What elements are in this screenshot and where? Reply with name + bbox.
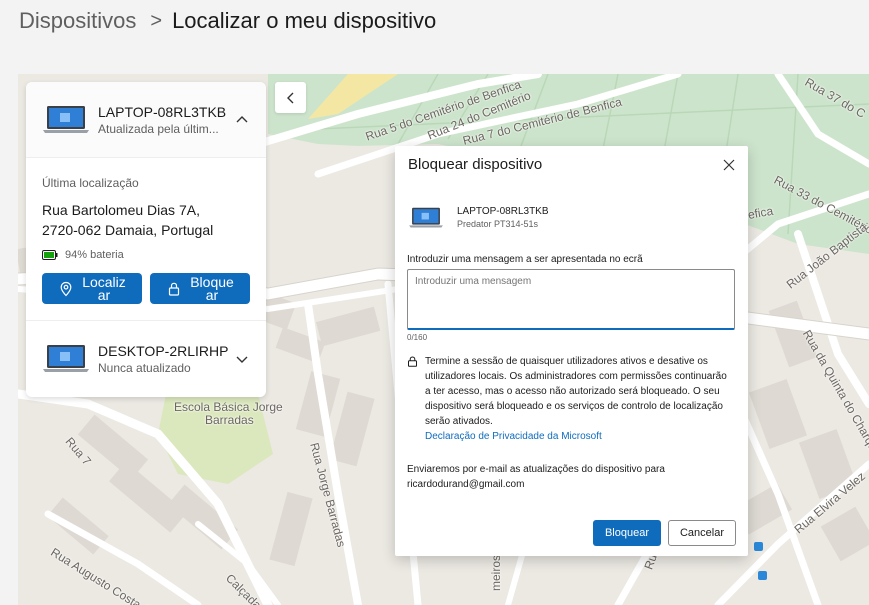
cancel-button[interactable]: Cancelar <box>668 520 736 546</box>
device-item-desktop[interactable]: DESKTOP-2RLIRHP Nunca atualizado <box>26 321 266 397</box>
device-name: LAPTOP-08RL3TKB <box>98 103 227 120</box>
lock-description: Termine a sessão de quaisquer utilizador… <box>425 356 727 427</box>
laptop-icon <box>409 207 443 228</box>
locate-label: Localizar <box>82 273 126 303</box>
email-note: Enviaremos por e-mail as atualizações do… <box>407 464 665 490</box>
breadcrumb-devices-link[interactable]: Dispositivos <box>19 8 136 34</box>
device-address: Rua Bartolomeu Dias 7A, 2720-062 Damaia,… <box>42 200 250 240</box>
device-status: Nunca atualizado <box>98 361 191 375</box>
close-icon[interactable] <box>722 158 736 172</box>
breadcrumb: Dispositivos > Localizar o meu dispositi… <box>19 6 436 36</box>
lock-button[interactable]: Bloquear <box>150 273 250 304</box>
device-details: Última localização Rua Bartolomeu Dias 7… <box>26 158 266 321</box>
collapse-panel-button[interactable] <box>275 82 306 113</box>
lock-icon <box>168 282 180 296</box>
battery-icon <box>42 250 58 260</box>
dialog-device-name: LAPTOP-08RL3TKB <box>457 206 549 217</box>
lock-device-dialog: Bloquear dispositivo LAPTOP-08RL3TKB Pre… <box>395 146 748 556</box>
location-pin-icon <box>60 281 72 296</box>
chevron-down-icon[interactable] <box>234 351 250 367</box>
address-line-1: Rua Bartolomeu Dias 7A, <box>42 202 200 218</box>
last-location-label: Última localização <box>42 176 139 190</box>
map-school-label: Barradas <box>205 413 254 427</box>
lock-label: Bloquear <box>190 273 234 303</box>
dialog-device-info: LAPTOP-08RL3TKB Predator PT314-51s <box>408 206 549 229</box>
locate-button[interactable]: Localizar <box>42 273 142 304</box>
dialog-title: Bloquear dispositivo <box>408 156 543 173</box>
map-street-label: meiros <box>489 554 503 591</box>
map-school-label: Escola Básica Jorge <box>174 400 283 414</box>
breadcrumb-separator: > <box>150 9 163 32</box>
message-label: Introduzir uma mensagem a ser apresentad… <box>407 254 643 265</box>
lock-icon <box>408 356 417 367</box>
lock-info: Termine a sessão de quaisquer utilizador… <box>407 354 729 445</box>
device-panel: LAPTOP-08RL3TKB Atualizada pela últim...… <box>26 82 266 397</box>
dialog-device-model: Predator PT314-51s <box>457 219 539 229</box>
laptop-icon <box>43 345 89 372</box>
laptop-icon <box>43 105 89 133</box>
battery-level: 94% bateria <box>65 249 124 261</box>
chevron-up-icon[interactable] <box>234 112 250 128</box>
battery-status: 94% bateria <box>42 249 250 261</box>
message-input[interactable] <box>407 269 735 330</box>
device-item-laptop[interactable]: LAPTOP-08RL3TKB Atualizada pela últim... <box>26 82 266 158</box>
device-status: Atualizada pela últim... <box>98 121 219 136</box>
confirm-lock-button[interactable]: Bloquear <box>593 520 661 546</box>
privacy-statement-link[interactable]: Declaração de Privacidade da Microsoft <box>425 429 729 445</box>
character-counter: 0/160 <box>407 333 428 342</box>
address-line-2: 2720-062 Damaia, Portugal <box>42 222 214 238</box>
chevron-left-icon <box>286 92 293 103</box>
device-name: DESKTOP-2RLIRHP <box>98 343 229 359</box>
page-title: Localizar o meu dispositivo <box>172 8 437 33</box>
